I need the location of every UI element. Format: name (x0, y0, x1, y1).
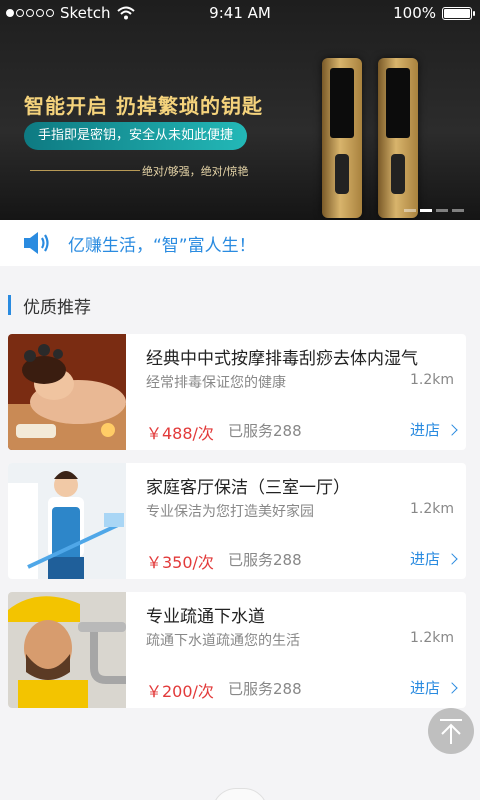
banner-divider (30, 170, 140, 171)
service-count: 已服务288 (228, 422, 302, 440)
promo-banner[interactable]: 智能开启 扔掉繁琐的钥匙 手指即是密钥，安全从未如此便捷 绝对/够强，绝对/惊艳 (0, 0, 480, 220)
service-title: 家庭客厅保洁（三室一厅） (146, 478, 350, 498)
banner-dot[interactable] (404, 209, 416, 212)
service-price: ￥200/次 (146, 682, 214, 701)
service-count: 已服务288 (228, 680, 302, 698)
speaker-icon (24, 232, 49, 254)
service-card[interactable]: 家庭客厅保洁（三室一厅） 专业保洁为您打造美好家园 1.2km ￥350/次 已… (8, 463, 466, 579)
banner-dot-active[interactable] (420, 209, 432, 212)
smart-lock-image (378, 58, 418, 218)
chevron-right-icon (446, 552, 458, 565)
announcement-bar[interactable]: 亿赚生活，“智”富人生！ (0, 220, 480, 266)
service-price: ￥488/次 (146, 424, 214, 443)
enter-store-button[interactable]: 进店 (409, 419, 458, 440)
service-description: 疏通下水道疏通您的生活 (146, 633, 300, 649)
banner-title: 智能开启 扔掉繁琐的钥匙 (24, 94, 263, 118)
banner-dot[interactable] (452, 209, 464, 212)
banner-dot[interactable] (436, 209, 448, 212)
service-image-cleaning (8, 463, 126, 579)
section-marker (8, 295, 11, 315)
service-distance: 1.2km (409, 372, 454, 388)
service-count: 已服务288 (228, 551, 302, 569)
chevron-right-icon (446, 681, 458, 694)
service-image-massage (8, 334, 126, 450)
service-image-plumbing (8, 592, 126, 708)
banner-page-indicator[interactable] (404, 209, 464, 212)
enter-store-label: 进店 (409, 550, 440, 568)
section-header: 优质推荐 (8, 290, 91, 320)
battery-percent: 100% (393, 4, 436, 22)
status-bar: Sketch 9:41 AM 100% (0, 0, 480, 28)
banner-subtitle: 绝对/够强，绝对/惊艳 (142, 165, 249, 178)
chevron-right-icon (446, 423, 458, 436)
enter-store-label: 进店 (409, 679, 440, 697)
service-card[interactable]: 专业疏通下水道 疏通下水道疏通您的生活 1.2km ￥200/次 已服务288 … (8, 592, 466, 708)
banner-tagline: 手指即是密钥，安全从未如此便捷 (24, 122, 248, 150)
service-card[interactable]: 经典中中式按摩排毒刮痧去体内湿气 经常排毒保证您的健康 1.2km ￥488/次… (8, 334, 466, 450)
service-description: 专业保洁为您打造美好家园 (146, 504, 314, 520)
section-title: 优质推荐 (23, 297, 91, 318)
service-description: 经常排毒保证您的健康 (146, 375, 286, 391)
service-price: ￥350/次 (146, 553, 214, 572)
announcement-text: 亿赚生活，“智”富人生！ (68, 235, 256, 256)
service-title: 专业疏通下水道 (146, 607, 265, 627)
battery-icon (442, 6, 475, 20)
smart-lock-image (322, 58, 362, 218)
service-distance: 1.2km (409, 630, 454, 646)
service-title: 经典中中式按摩排毒刮痧去体内湿气 (146, 349, 418, 369)
bottom-center-tab[interactable] (212, 788, 268, 800)
enter-store-label: 进店 (409, 421, 440, 439)
service-distance: 1.2km (409, 501, 454, 517)
arrow-up-icon (440, 719, 462, 744)
back-to-top-button[interactable] (428, 708, 474, 754)
enter-store-button[interactable]: 进店 (409, 677, 458, 698)
enter-store-button[interactable]: 进店 (409, 548, 458, 569)
